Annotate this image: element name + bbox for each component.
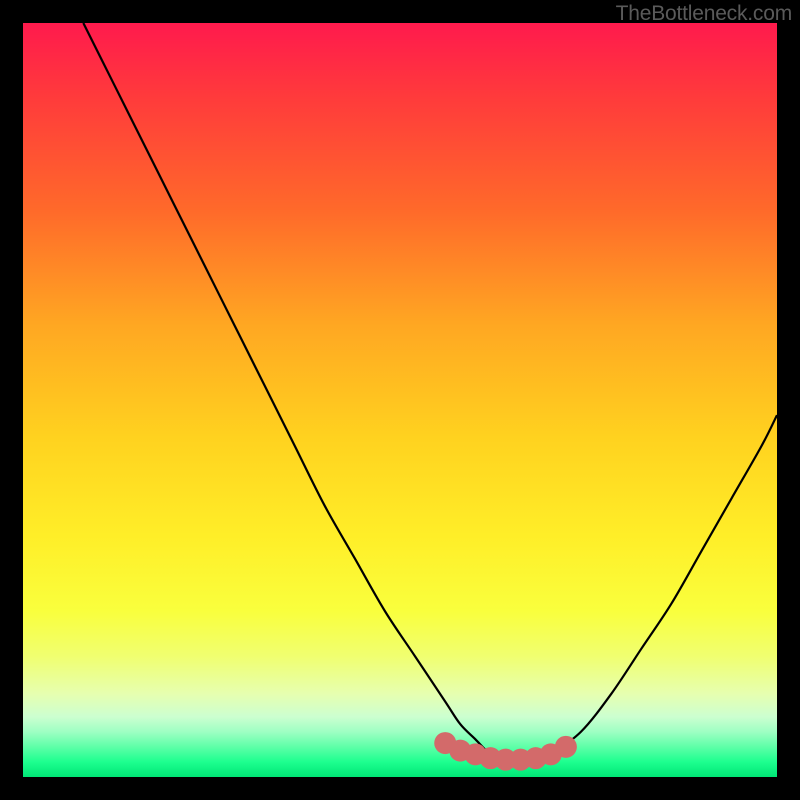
bottleneck-curve [83,23,777,762]
watermark-text: TheBottleneck.com [616,2,792,26]
optimal-zone-markers [434,732,577,771]
optimal-marker [555,736,577,758]
chart-frame: TheBottleneck.com [0,0,800,800]
curve-line [83,23,777,762]
plot-area [23,23,777,777]
chart-svg [23,23,777,777]
